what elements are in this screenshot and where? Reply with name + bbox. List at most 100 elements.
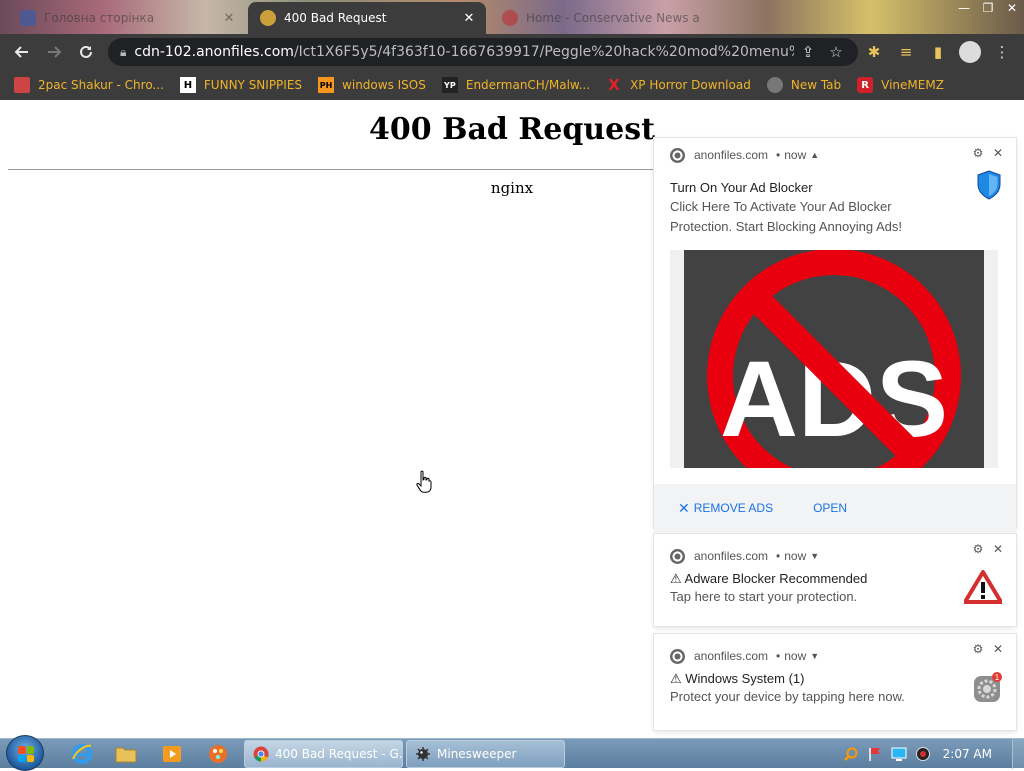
volume-icon[interactable] [911,746,935,762]
notification-adware[interactable]: anonfiles.com • now ▼ ⚙ ✕ ⚠ Adware Block… [654,534,1016,626]
notification-actions: ✕ REMOVE ADS OPEN [654,484,1016,532]
notification-header: anonfiles.com • now ▲ [654,145,1016,165]
notification-windows-system[interactable]: anonfiles.com • now ▼ ⚙ ✕ ⚠ Windows Syst… [654,634,1016,730]
tab-home[interactable]: Головна сторінка ✕ [8,2,246,34]
chevron-down-icon[interactable]: ▼ [810,651,819,661]
task-minesweeper[interactable]: Minesweeper [406,740,565,768]
close-x-icon: ✕ [678,499,690,516]
bookmark-new-tab[interactable]: New Tab [766,77,841,93]
no-ads-image: ADS [684,250,984,468]
site-icon [502,10,518,26]
arrow-left-icon [14,46,28,58]
side-panel-icon[interactable]: ▮ [922,43,954,61]
menu-icon[interactable]: ⋮ [986,43,1018,61]
close-icon[interactable]: ✕ [220,11,238,26]
restore-icon[interactable]: ❐ [976,0,1000,20]
notification-header: anonfiles.com • now ▼ [654,646,1016,666]
address-bar[interactable]: 🔒︎ cdn-102.anonfiles.com/Ict1X6F5y5/4f36… [108,38,858,66]
remove-ads-button[interactable]: ✕ REMOVE ADS [678,500,773,517]
gear-icon[interactable]: ⚙ [968,146,988,160]
tab-conservative-news[interactable]: Home - Conservative News and [490,2,700,34]
url-text[interactable]: cdn-102.anonfiles.com/Ict1X6F5y5/4f363f1… [134,44,794,60]
forward-button[interactable] [38,36,70,68]
yp-logo-icon: YP [441,77,458,93]
bookmark-2pac[interactable]: 2pac Shakur - Chro... [14,77,164,93]
flag-icon[interactable] [863,746,887,762]
avatar[interactable] [959,41,981,63]
tab-bad-request[interactable]: 400 Bad Request ✕ [248,2,486,34]
gear-icon[interactable]: ⚙ [968,542,988,556]
notification-image: ADS [670,250,998,468]
windows-logo-icon [18,746,34,762]
bookmark-funny-snippies[interactable]: H FUNNY SNIPPIES [179,77,302,93]
tab-label: 400 Bad Request [284,11,387,25]
bookmark-windows-isos[interactable]: PH windows ISOS [318,77,426,93]
notification-body-line2: Protection. Start Blocking Annoying Ads! [670,219,902,234]
lock-icon[interactable]: 🔒︎ [120,45,126,60]
taskbar: 400 Bad Request - G... Minesweeper 2:07 … [0,735,1024,771]
show-desktop-button[interactable] [1012,739,1024,769]
shield-icon [977,170,1001,200]
notification-controls: ⚙ ✕ [968,146,1008,160]
bookmarks-bar: 2pac Shakur - Chro... H FUNNY SNIPPIES P… [0,70,1024,100]
loading-icon [260,10,276,26]
media-icon[interactable]: ≡ [890,43,922,61]
close-window-icon[interactable]: ✕ [1000,0,1024,20]
system-tray: 2:07 AM [839,739,1024,769]
settings-icon: 1 [974,672,1002,702]
close-icon[interactable]: ✕ [988,642,1008,656]
close-icon[interactable]: ✕ [988,542,1008,556]
star-icon[interactable]: ☆ [822,43,850,61]
paint-icon [209,745,227,763]
paint-pinned[interactable] [198,741,238,767]
close-icon[interactable]: ✕ [988,146,1008,160]
notification-controls: ⚙ ✕ [968,642,1008,656]
h-logo-icon: H [179,77,196,93]
bookmark-xp-horror[interactable]: X XP Horror Download [606,76,751,94]
folder-icon [115,747,137,763]
ie-pinned[interactable] [62,741,102,767]
open-button[interactable]: OPEN [813,501,847,515]
bookmark-endermanch[interactable]: YP EndermanCH/Malw... [441,77,590,93]
x-logo-icon: X [608,76,620,94]
media-player-icon [163,746,181,762]
chrome-icon [253,746,269,762]
gear-icon[interactable]: ⚙ [968,642,988,656]
notification-body: Protect your device by tapping here now. [670,689,905,704]
clock[interactable]: 2:07 AM [943,747,992,761]
arrow-right-icon [48,46,62,58]
internet-explorer-icon [72,744,92,764]
no-ads-icon: ADS [707,250,961,468]
notification-badge: 1 [995,673,1000,682]
close-icon[interactable]: ✕ [460,11,478,26]
notification-header: anonfiles.com • now ▼ [654,546,1016,566]
back-button[interactable] [6,36,38,68]
tab-label: Home - Conservative News and [526,11,700,25]
minimize-icon[interactable]: — [952,0,976,20]
extensions-icon[interactable]: ✱ [858,43,890,61]
notification-title: ⚠ Windows System (1) [670,671,805,686]
chevron-down-icon[interactable]: ▼ [810,551,819,561]
explorer-pinned[interactable] [106,741,146,767]
chevron-up-icon[interactable]: ▲ [810,150,819,160]
reload-button[interactable] [70,36,102,68]
monitor-icon[interactable] [887,746,911,762]
notification-title: Turn On Your Ad Blocker [670,180,813,195]
chrome-icon [670,648,685,664]
chrome-icon [670,147,685,163]
mine-icon [416,747,430,761]
search-icon[interactable] [839,746,863,762]
notification-ad-blocker[interactable]: anonfiles.com • now ▲ ⚙ ✕ Turn On Your A… [654,138,1016,532]
task-chrome[interactable]: 400 Bad Request - G... [244,740,403,768]
tab-strip: Головна сторінка ✕ 400 Bad Request ✕ Hom… [0,0,1024,34]
car-icon [14,77,30,93]
globe-icon [766,77,783,93]
reload-icon [80,45,92,58]
media-player-pinned[interactable] [152,741,192,767]
share-icon[interactable]: ⇪ [794,43,822,61]
bookmark-vinememz[interactable]: R VineMEMZ [857,77,944,93]
hand-cursor-icon [416,470,432,493]
page-icon [20,10,36,26]
start-button[interactable] [6,735,44,771]
window-controls: — ❐ ✕ [952,0,1024,20]
